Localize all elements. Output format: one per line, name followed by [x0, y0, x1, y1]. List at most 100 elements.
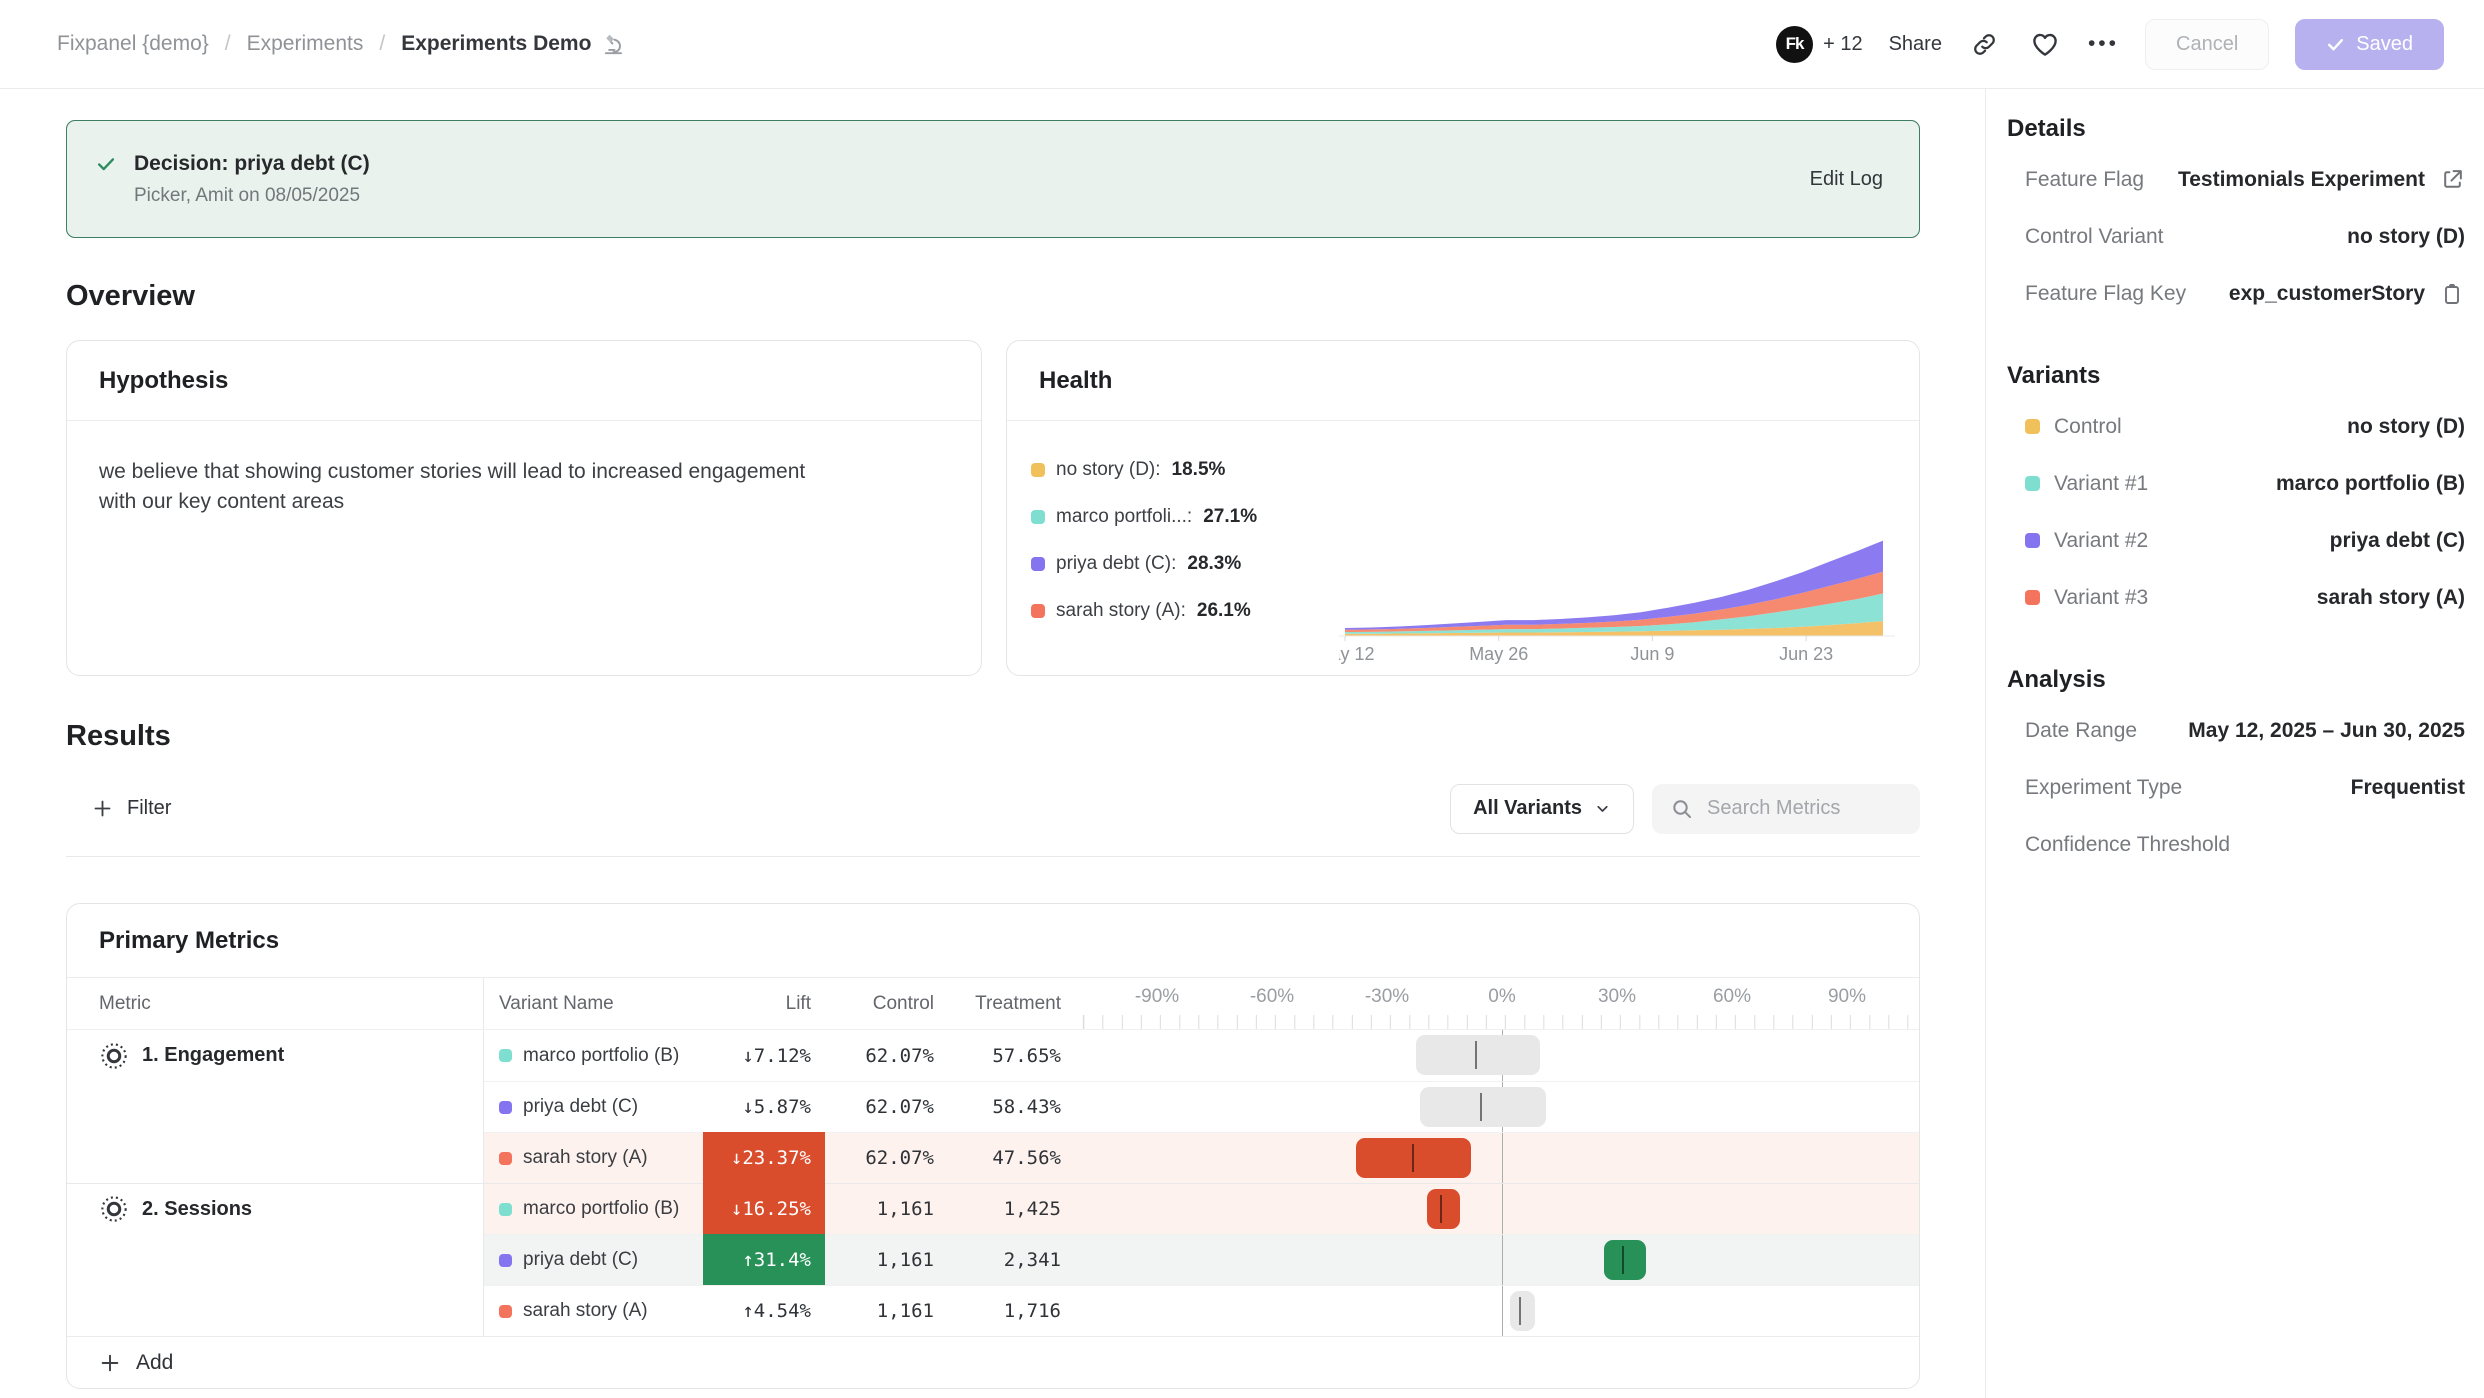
lift-value: ↑31.4% [703, 1234, 825, 1285]
decision-title: Decision: priya debt (C) [134, 152, 370, 176]
search-metrics-input[interactable] [1707, 797, 1902, 820]
legend-item: no story (D): 18.5% [1031, 455, 1321, 485]
variant-swatch [1031, 604, 1045, 618]
hypothesis-body[interactable]: we believe that showing customer stories… [67, 421, 871, 554]
legend-label: priya debt (C): [1056, 553, 1176, 575]
edit-log-button[interactable]: Edit Log [1810, 168, 1883, 191]
row-label: Variant #1 [2054, 472, 2148, 496]
legend-item: marco portfoli...: 27.1% [1031, 502, 1321, 532]
lift-marker [1412, 1144, 1414, 1172]
confidence-interval-bar[interactable] [1604, 1240, 1646, 1280]
analysis-row: Confidence Threshold [2007, 816, 2465, 873]
treatment-value: 1,716 [948, 1285, 1075, 1336]
variant-row: Variant #2 priya debt (C) [2007, 512, 2465, 569]
lift-value: ↓5.87% [703, 1081, 825, 1132]
scale-tick-label: -90% [1135, 986, 1179, 1008]
check-icon [95, 153, 117, 180]
add-metric-button[interactable]: Add [67, 1336, 1919, 1388]
avatar[interactable]: Fk [1776, 26, 1813, 63]
control-value: 62.07% [825, 1132, 948, 1183]
control-value: 1,161 [825, 1285, 948, 1336]
breadcrumb-experiments[interactable]: Experiments [247, 32, 364, 56]
variant-name: priya debt (C) [523, 1249, 638, 1271]
variant-cell[interactable]: priya debt (C) [484, 1234, 703, 1285]
table-row[interactable]: priya debt (C)↑31.4%1,1612,341 [67, 1234, 1919, 1285]
hypothesis-card: Hypothesis we believe that showing custo… [66, 340, 982, 676]
confidence-interval-cell [1075, 1234, 1919, 1285]
more-options-icon[interactable]: ••• [2088, 32, 2119, 56]
saved-button[interactable]: Saved [2295, 19, 2444, 70]
decision-byline: Picker, Amit on 08/05/2025 [134, 185, 370, 207]
add-filter-button[interactable]: Filter [66, 797, 171, 820]
variant-value: sarah story (A) [2317, 586, 2465, 610]
filter-label: Filter [127, 797, 171, 820]
copy-link-icon[interactable] [1968, 27, 2002, 61]
scale-ruler [1075, 1015, 1919, 1029]
chevron-down-icon [1594, 800, 1611, 817]
variants-heading: Variants [2007, 362, 2465, 390]
table-row[interactable]: 1. Engagement marco portfolio (B)↓7.12%6… [67, 1030, 1919, 1081]
table-row[interactable]: sarah story (A)↓23.37%62.07%47.56% [67, 1132, 1919, 1183]
variant-swatch [499, 1152, 512, 1165]
confidence-interval-cell [1075, 1132, 1919, 1183]
row-label: Variant #3 [2054, 586, 2148, 610]
external-link-icon[interactable] [2439, 167, 2465, 193]
page-title: Experiments Demo [401, 32, 591, 56]
x-tick-label: Jun 9 [1630, 644, 1674, 664]
cancel-button[interactable]: Cancel [2145, 19, 2269, 70]
col-variant-name: Variant Name [484, 978, 703, 1029]
variant-cell[interactable]: marco portfolio (B) [484, 1183, 703, 1234]
row-label: Confidence Threshold [2025, 833, 2230, 857]
table-row[interactable]: 2. Sessions marco portfolio (B)↓16.25%1,… [67, 1183, 1919, 1234]
control-variant-value: no story (D) [2347, 225, 2465, 249]
scale-tick-label: 0% [1488, 986, 1515, 1008]
share-button[interactable]: Share [1889, 33, 1942, 56]
variant-cell[interactable]: priya debt (C) [484, 1081, 703, 1132]
divider [66, 856, 1920, 857]
variants-dropdown-value: All Variants [1473, 797, 1582, 820]
metric-cell [67, 1132, 484, 1183]
confidence-interval-bar[interactable] [1416, 1035, 1540, 1075]
collaborators-count[interactable]: + 12 [1823, 33, 1862, 56]
lift-marker [1480, 1093, 1482, 1121]
variant-cell[interactable]: sarah story (A) [484, 1132, 703, 1183]
feature-flag-row: Feature Flag Testimonials Experiment [2007, 151, 2465, 208]
metric-goal-icon [99, 1194, 129, 1224]
treatment-value: 2,341 [948, 1234, 1075, 1285]
search-metrics-box[interactable] [1652, 784, 1920, 834]
table-row[interactable]: sarah story (A)↑4.54%1,1611,716 [67, 1285, 1919, 1336]
feature-flag-value[interactable]: Testimonials Experiment [2178, 168, 2425, 192]
confidence-interval-bar[interactable] [1510, 1291, 1535, 1331]
legend-value: 28.3% [1187, 553, 1241, 575]
breadcrumb-project[interactable]: Fixpanel {demo} [57, 32, 209, 56]
confidence-interval-bar[interactable] [1420, 1087, 1547, 1127]
copy-icon[interactable] [2439, 281, 2465, 307]
primary-metrics-card: Primary Metrics Metric Variant Name Lift… [66, 903, 1920, 1389]
confidence-interval-bar[interactable] [1427, 1189, 1460, 1229]
lift-marker [1519, 1297, 1521, 1325]
metric-cell[interactable]: 2. Sessions [67, 1183, 484, 1234]
favorite-heart-icon[interactable] [2028, 27, 2062, 61]
analysis-row: Experiment Type Frequentist [2007, 759, 2465, 816]
zero-line [1502, 1184, 1503, 1234]
breadcrumb-current[interactable]: Experiments Demo [401, 31, 627, 58]
confidence-interval-cell [1075, 1285, 1919, 1336]
row-label: Experiment Type [2025, 776, 2182, 800]
zero-line [1502, 1133, 1503, 1183]
analysis-value: Frequentist [2351, 776, 2465, 800]
variant-value: marco portfolio (B) [2276, 472, 2465, 496]
row-label: Feature Flag Key [2025, 282, 2186, 306]
variant-cell[interactable]: marco portfolio (B) [484, 1030, 703, 1081]
analysis-row: Date Range May 12, 2025 – Jun 30, 2025 [2007, 702, 2465, 759]
control-value: 62.07% [825, 1030, 948, 1081]
variant-swatch [499, 1049, 512, 1062]
variant-cell[interactable]: sarah story (A) [484, 1285, 703, 1336]
breadcrumb: Fixpanel {demo} / Experiments / Experime… [57, 31, 627, 58]
table-row[interactable]: priya debt (C)↓5.87%62.07%58.43% [67, 1081, 1919, 1132]
search-icon [1670, 797, 1694, 821]
metric-cell[interactable]: 1. Engagement [67, 1030, 484, 1081]
variants-dropdown[interactable]: All Variants [1450, 784, 1634, 834]
variant-value: priya debt (C) [2330, 529, 2465, 553]
variant-name: marco portfolio (B) [523, 1045, 679, 1067]
lift-marker [1475, 1041, 1477, 1069]
